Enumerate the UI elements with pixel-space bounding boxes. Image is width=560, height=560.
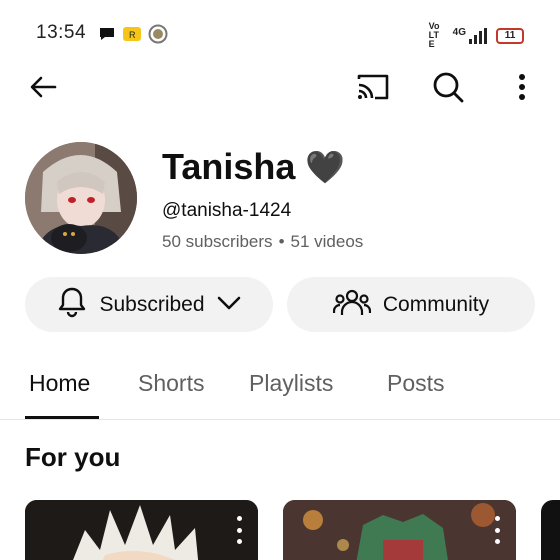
black-heart-emoji: 🖤 [305, 149, 346, 185]
subscribed-label: Subscribed [99, 292, 205, 316]
tag-icon: R [122, 25, 142, 48]
more-vert-icon [518, 73, 526, 106]
video-count: 51 videos [290, 232, 364, 251]
volte-label: Vo LTE [428, 21, 440, 49]
system-icons: Vo LTE 4G 11 [429, 22, 524, 49]
video-thumbnail[interactable] [25, 500, 258, 560]
search-icon [431, 70, 465, 109]
tab-posts[interactable]: Posts [387, 370, 445, 397]
circle-r-icon [148, 24, 168, 49]
active-tab-indicator [25, 416, 99, 419]
more-options-button[interactable] [499, 66, 545, 112]
bell-icon [57, 286, 87, 324]
subscriber-count: 50 subscribers [162, 232, 273, 251]
channel-stats: 50 subscribers • 51 videos [162, 232, 363, 252]
channel-avatar[interactable] [25, 142, 137, 254]
channel-name: Tanisha 🖤 [162, 146, 345, 188]
cast-button[interactable] [350, 66, 396, 112]
search-button[interactable] [425, 66, 471, 112]
status-time: 13:54 [36, 22, 87, 43]
section-title: For you [25, 442, 121, 472]
back-button[interactable] [20, 66, 66, 112]
channel-name-text: Tanisha [162, 146, 296, 187]
battery-level: 11 [504, 29, 516, 41]
community-button[interactable]: Community [287, 277, 535, 332]
battery-icon: 11 [496, 27, 524, 44]
svg-text:R: R [129, 30, 136, 40]
chevron-down-icon [217, 293, 241, 317]
channel-handle: @tanisha-1424 [162, 200, 292, 221]
video-thumbnail[interactable] [541, 500, 560, 560]
thumbnail-image [283, 500, 516, 560]
cast-icon [355, 71, 391, 108]
thumbnail-image [25, 500, 258, 560]
stats-separator: • [278, 232, 285, 251]
video-more-icon[interactable] [492, 516, 502, 544]
signal-icon: 4G [453, 27, 488, 45]
status-bar: 13:54 R Vo LTE 4G 11 [0, 0, 560, 66]
community-label: Community [382, 292, 490, 316]
tab-playlists[interactable]: Playlists [249, 370, 333, 397]
chat-bubble-icon [98, 26, 116, 47]
tab-shorts[interactable]: Shorts [138, 370, 204, 397]
community-icon [332, 287, 371, 323]
avatar-image [25, 142, 137, 254]
network-type-label: 4G [452, 26, 466, 38]
notification-icons: R [98, 24, 168, 49]
video-more-icon[interactable] [234, 516, 244, 544]
channel-tabs: Home Shorts Playlists Posts [0, 360, 560, 420]
tab-home[interactable]: Home [29, 370, 90, 397]
video-thumbnail[interactable] [283, 500, 516, 560]
back-arrow-icon [27, 71, 59, 108]
subscribed-button[interactable]: Subscribed [25, 277, 273, 332]
top-app-bar [0, 66, 560, 112]
volte-icon: Vo LTE [429, 22, 445, 49]
